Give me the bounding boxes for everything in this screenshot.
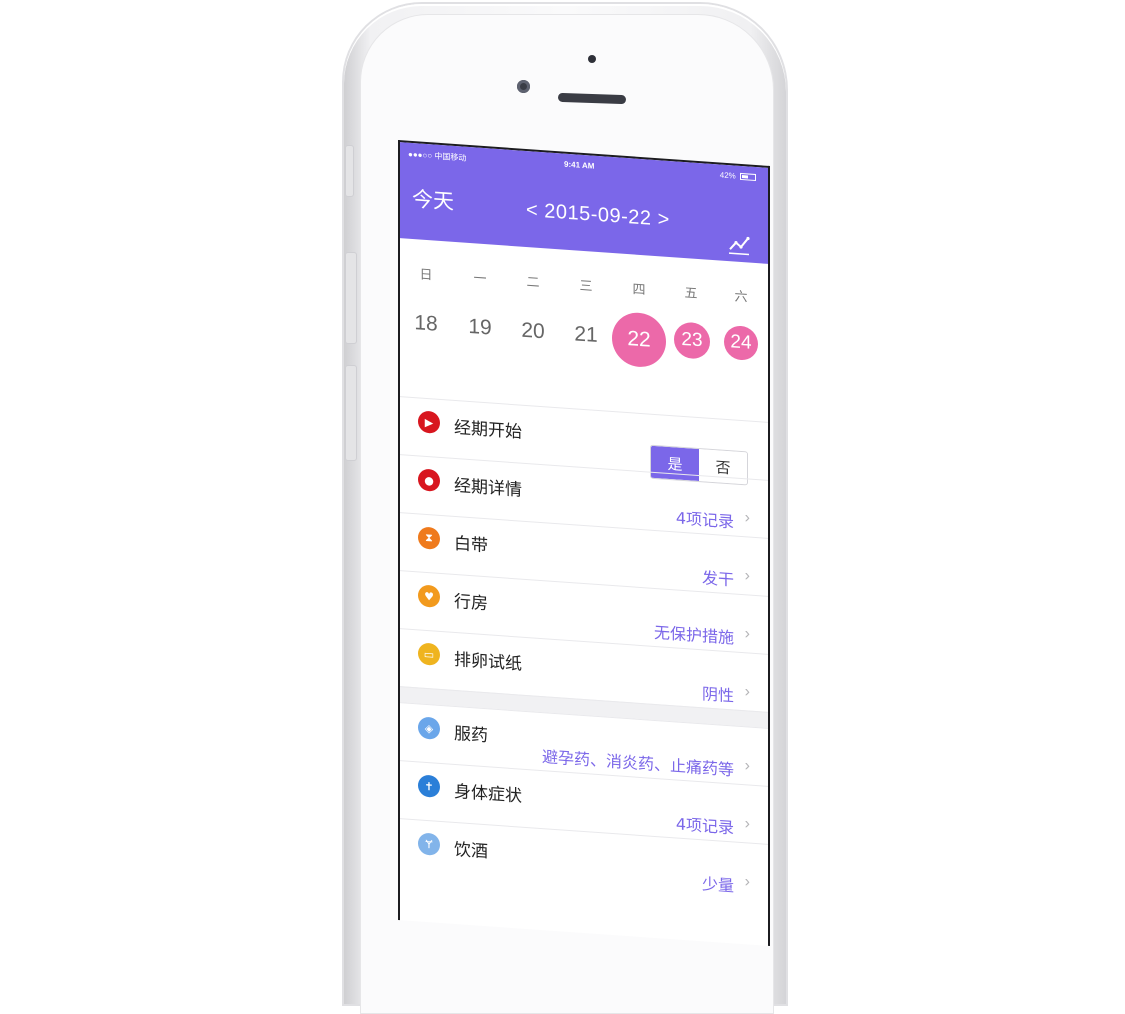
test-strip-icon: ▭	[418, 642, 440, 666]
record-list: ▶ 经期开始 是 否 ● 经期详情 4项记录 › ⧗ 白带 发干 › ♥ 行房 …	[400, 396, 768, 902]
day-24-highlighted[interactable]: 24	[724, 324, 758, 362]
chevron-right-icon: ›	[744, 567, 750, 585]
battery-indicator: 42%	[720, 170, 756, 182]
chevron-right-icon: ›	[744, 873, 750, 891]
drinking-label: 饮酒	[454, 839, 488, 863]
mute-switch	[345, 145, 354, 197]
weekday-sun: 日	[419, 267, 433, 284]
symptoms-label: 身体症状	[454, 781, 522, 807]
day-20[interactable]: 20	[511, 318, 555, 345]
period-detail-label: 经期详情	[454, 475, 522, 501]
carrier-label: ●●●○○ 中国移动	[408, 149, 467, 163]
blood-drop-icon: ●	[418, 468, 440, 492]
ovulation-test-value: 阴性	[701, 684, 734, 706]
ovulation-test-label: 排卵试纸	[454, 649, 522, 675]
battery-icon	[740, 173, 756, 182]
symptoms-value: 4项记录	[675, 814, 734, 838]
chevron-right-icon: ›	[744, 625, 750, 643]
week-days: 18 19 20 21 22 23 24	[400, 310, 768, 369]
discharge-label: 白带	[454, 533, 488, 557]
heart-icon: ♥	[418, 584, 440, 608]
today-button[interactable]: 今天	[412, 183, 454, 216]
intercourse-value: 无保护措施	[653, 622, 734, 648]
weekday-thu: 四	[632, 282, 646, 299]
trend-chart-icon[interactable]	[728, 233, 750, 257]
volume-down-button	[345, 365, 357, 461]
chevron-right-icon: ›	[744, 683, 750, 701]
day-18[interactable]: 18	[404, 310, 448, 337]
front-camera	[517, 80, 530, 93]
app-screen: ●●●○○ 中国移动 9:41 AM 42% 今天 < 2015-09-22 >…	[398, 140, 770, 947]
body-icon: ✝	[418, 774, 440, 798]
weekday-wed: 三	[579, 278, 593, 295]
status-time: 9:41 AM	[564, 159, 595, 171]
weekday-sat: 六	[734, 289, 748, 306]
weekday-mon: 一	[473, 271, 487, 288]
chevron-right-icon: ›	[744, 757, 750, 775]
hourglass-icon: ⧗	[418, 526, 440, 550]
day-23-highlighted[interactable]: 23	[674, 321, 710, 360]
wine-glass-icon: Ɏ	[418, 832, 440, 856]
weekday-tue: 二	[526, 274, 540, 291]
period-start-label: 经期开始	[454, 417, 522, 443]
chevron-right-icon: ›	[744, 815, 750, 833]
day-22-selected[interactable]: 22	[612, 310, 666, 369]
day-19[interactable]: 19	[458, 314, 502, 341]
battery-percent: 42%	[719, 170, 736, 181]
day-21[interactable]: 21	[564, 322, 608, 349]
chevron-right-icon: ›	[744, 509, 750, 527]
volume-up-button	[345, 252, 357, 344]
weekday-fri: 五	[684, 286, 698, 302]
weekday-header: 日 一 二 三 四 五 六	[400, 262, 768, 306]
play-icon: ▶	[418, 410, 440, 434]
intercourse-label: 行房	[454, 591, 488, 615]
drinking-value: 少量	[701, 874, 734, 896]
pill-icon: ◈	[418, 716, 440, 740]
proximity-sensor	[588, 55, 596, 63]
date-navigator[interactable]: < 2015-09-22 >	[526, 199, 670, 232]
discharge-value: 发干	[701, 568, 734, 590]
period-detail-value: 4项记录	[675, 508, 734, 532]
medication-label: 服药	[454, 723, 488, 747]
